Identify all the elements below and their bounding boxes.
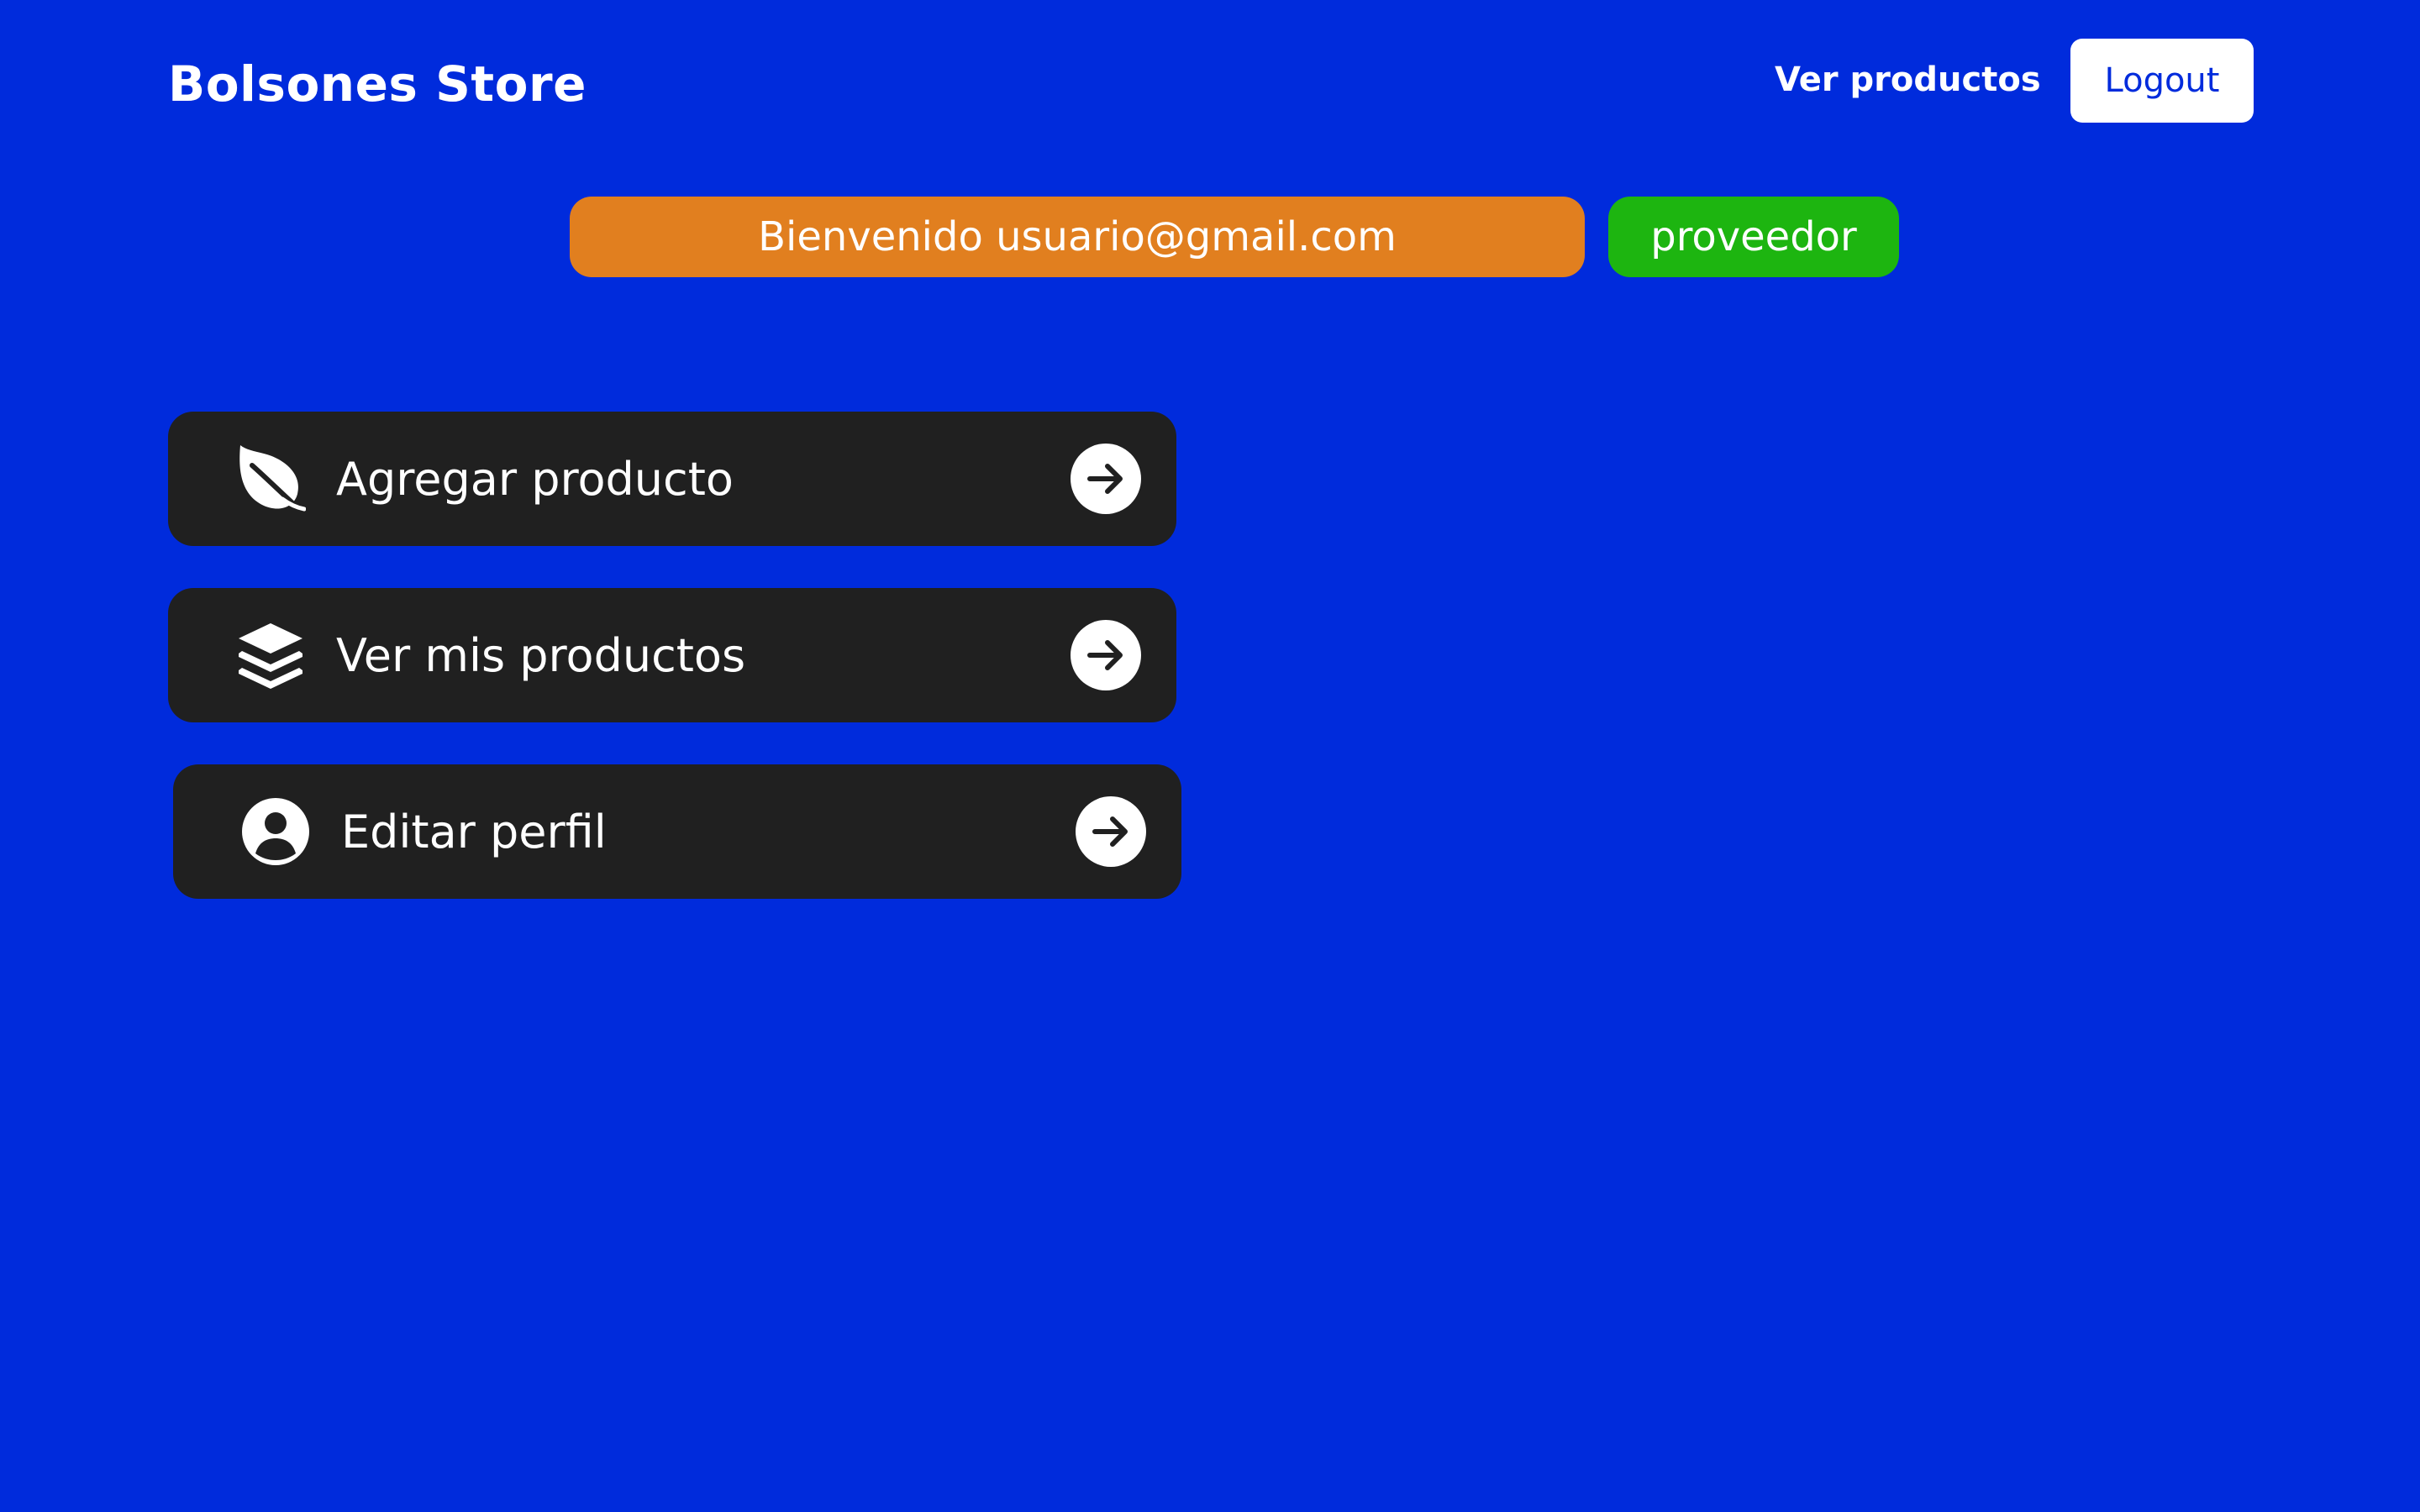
user-circle-icon (240, 796, 311, 867)
ver-mis-productos-card[interactable]: Ver mis productos (168, 588, 1176, 722)
ver-productos-link[interactable]: Ver productos (1775, 60, 2041, 99)
role-badge: proveedor (1608, 197, 1899, 277)
editar-perfil-card[interactable]: Editar perfil (173, 764, 1181, 899)
welcome-banner: Bienvenido usuario@gmail.com (570, 197, 1585, 277)
leaf-icon (235, 444, 306, 514)
arrow-right-icon (1076, 796, 1146, 867)
layers-icon (235, 620, 306, 690)
arrow-right-icon (1071, 620, 1141, 690)
agregar-producto-card[interactable]: Agregar producto (168, 412, 1176, 546)
arrow-right-icon (1071, 444, 1141, 514)
brand-title: Bolsones Store (168, 55, 587, 113)
ver-mis-productos-label: Ver mis productos (336, 628, 746, 682)
logout-button[interactable]: Logout (2070, 39, 2254, 123)
editar-perfil-label: Editar perfil (341, 805, 607, 858)
agregar-producto-label: Agregar producto (336, 452, 734, 506)
